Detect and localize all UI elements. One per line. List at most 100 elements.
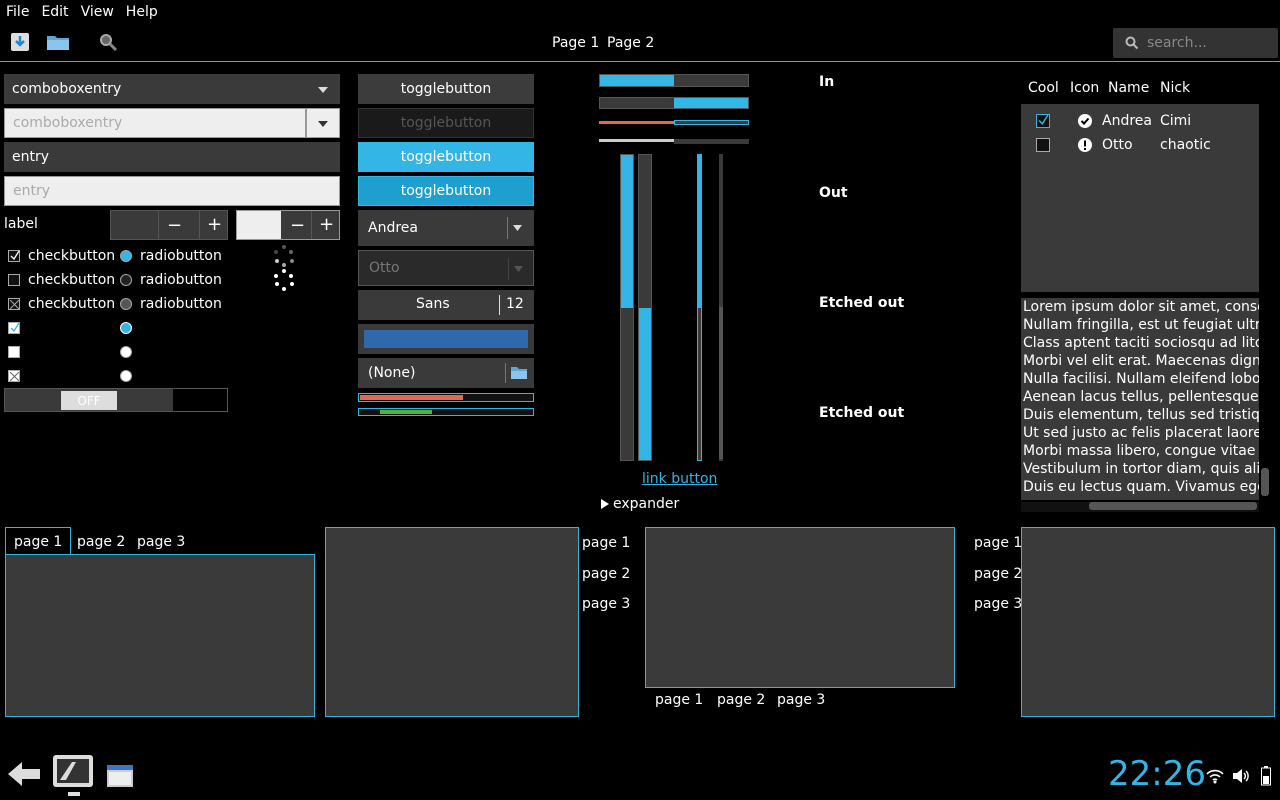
dropdown-arrow-icon[interactable] [318,87,328,93]
checkbox-inconsistent-small[interactable] [8,370,20,382]
notebook4-tab-1[interactable]: page 1 [974,535,1022,551]
search-input[interactable] [1147,35,1257,51]
horizontal-scrollbar[interactable] [1021,502,1259,512]
toggle-button-1[interactable]: togglebutton [358,74,534,104]
battery-icon[interactable] [1261,766,1271,786]
checkbox-checked[interactable] [8,250,20,262]
radio-unselected[interactable] [120,274,132,286]
spin-divider [158,211,159,239]
menu-view[interactable]: View [81,4,114,20]
notebook3-tab-2[interactable]: page 2 [717,692,765,708]
switch-handle[interactable]: OFF [61,391,117,410]
wifi-icon[interactable] [1206,768,1224,784]
toggle-button-2[interactable]: togglebutton [358,108,534,138]
hscale-4[interactable] [599,139,749,144]
entry-field[interactable]: entry [4,142,340,172]
notebook2-tab-2[interactable]: page 2 [582,566,630,582]
combobox-entry[interactable]: comboboxentry [4,74,340,104]
color-button[interactable] [358,324,534,354]
menu-file[interactable]: File [6,4,29,20]
toggle-button-3[interactable]: togglebutton [358,142,534,172]
notebook4-tab-3[interactable]: page 3 [974,596,1022,612]
scrollbar-thumb[interactable] [1089,502,1257,510]
font-button[interactable]: Sans 12 [358,290,534,320]
column-header-name[interactable]: Name [1108,80,1160,96]
tab-page-2[interactable]: Page 2 [607,35,654,51]
menu-edit[interactable]: Edit [41,4,68,20]
notebook2-tab-3[interactable]: page 3 [582,596,630,612]
tab-page-1[interactable]: Page 1 [552,35,599,51]
combo-divider [507,217,508,239]
vertical-scrollbar[interactable] [1261,298,1271,498]
scrollbar-thumb[interactable] [1261,468,1269,496]
radiobutton-label: radiobutton [140,272,222,288]
hscale-1-fill [600,75,674,86]
spin-button-light[interactable]: − + [236,210,340,240]
spin-button[interactable]: − + [110,210,228,240]
row-name: Andrea [1102,113,1152,129]
plus-icon[interactable]: + [207,214,222,235]
column-header-icon[interactable]: Icon [1070,80,1108,96]
vscale-1[interactable] [620,154,634,461]
spin-minus-button[interactable]: − [281,211,311,239]
entry-field-light[interactable]: entry [4,176,340,206]
radio-selected-small[interactable] [120,322,132,334]
notebook1-tab-2[interactable]: page 2 [77,534,125,550]
vscale-4[interactable] [719,154,723,461]
search-box[interactable] [1113,28,1278,58]
link-button[interactable]: link button [642,471,717,487]
checkbutton-label: checkbutton [28,248,116,264]
window-icon[interactable] [106,764,134,788]
menu-help[interactable]: Help [126,4,158,20]
table-row[interactable]: Andrea Cimi [1036,109,1256,133]
combobox-dropdown-button[interactable] [306,108,340,138]
combo-divider [508,258,509,280]
hscale-2-fill [674,98,748,108]
checkbutton-label: checkbutton [28,272,116,288]
table-row[interactable]: Otto chaotic [1036,133,1256,157]
folder-icon[interactable] [46,32,70,52]
column-header-cool[interactable]: Cool [1028,80,1070,96]
radio-inconsistent-small[interactable] [120,370,132,382]
dropdown-arrow-icon [514,266,523,272]
spin-plus-button[interactable]: + [311,211,339,239]
vscale-3[interactable] [697,154,702,461]
checkbox-unchecked-small[interactable] [8,346,20,358]
vscale-2[interactable] [638,154,652,461]
cool-checkbox-unchecked[interactable] [1036,138,1050,152]
notebook1-tab-3[interactable]: page 3 [137,534,185,550]
notebook3-tab-3[interactable]: page 3 [777,692,825,708]
checkbox-inconsistent[interactable] [8,298,20,310]
switch-toggle[interactable]: OFF [4,388,228,412]
toggle-button-4[interactable]: togglebutton [358,176,534,206]
notebook4-panel [1021,527,1275,717]
column-header-nick[interactable]: Nick [1160,80,1190,96]
hscale-2[interactable] [599,97,749,109]
text-view[interactable]: Lorem ipsum dolor sit amet, consec Nullam… [1021,298,1259,500]
checkbox-unchecked[interactable] [8,274,20,286]
radio-selected[interactable] [120,250,132,262]
hscale-3[interactable] [599,120,749,125]
notebook3-tab-1[interactable]: page 1 [655,692,703,708]
minus-icon[interactable]: − [167,215,182,236]
combo-andrea[interactable]: Andrea [358,210,534,246]
vscale-4-fill [719,307,723,459]
expander[interactable]: expander [601,496,679,512]
hscale-1[interactable] [599,74,749,87]
download-icon[interactable] [10,32,30,52]
radiobutton-label: radiobutton [140,248,222,264]
volume-icon[interactable] [1232,768,1250,784]
home-icon[interactable] [52,754,94,798]
back-icon[interactable] [6,759,42,789]
notebook4-tab-2[interactable]: page 2 [974,566,1022,582]
notebook2-tab-1[interactable]: page 1 [582,535,630,551]
combobox-entry-disabled[interactable]: comboboxentry [4,108,306,138]
notebook1-tab-1[interactable]: page 1 [5,527,72,555]
radio-unselected-small[interactable] [120,346,132,358]
checkbox-checked-small[interactable] [8,322,20,334]
radio-inconsistent[interactable] [120,298,132,310]
cool-checkbox-checked[interactable] [1036,114,1050,128]
search-icon[interactable] [98,32,118,52]
file-chooser-button[interactable]: (None) [358,358,534,388]
combo-otto[interactable]: Otto [358,250,534,286]
